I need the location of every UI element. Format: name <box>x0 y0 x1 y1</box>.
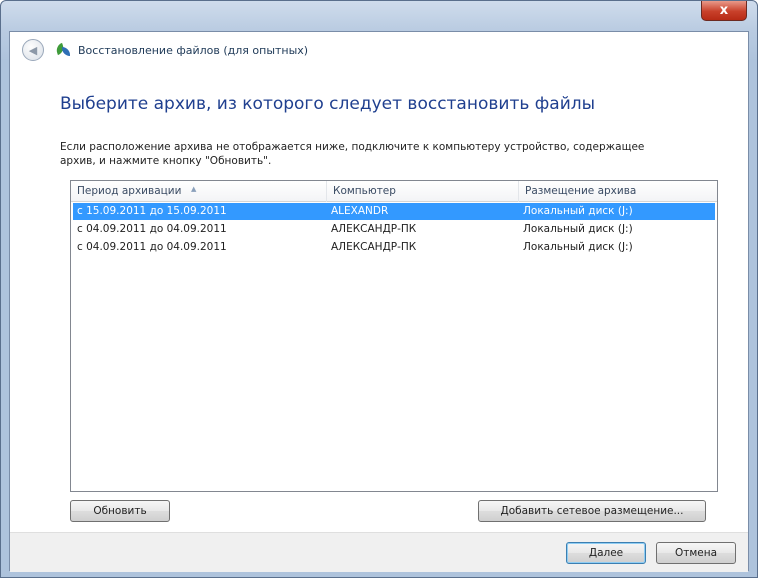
window-frame: x ◀ Восстановление файлов (для опытных) … <box>0 0 758 578</box>
cell-computer: АЛЕКСАНДР-ПК <box>331 223 417 235</box>
refresh-button[interactable]: Обновить <box>70 500 170 522</box>
cell-location: Локальный диск (J:) <box>523 241 633 253</box>
instructions-text: Если расположение архива не отображается… <box>60 141 645 167</box>
cell-location: Локальный диск (J:) <box>523 205 633 217</box>
next-button[interactable]: Далее <box>566 542 646 564</box>
wizard-client-area: ◀ Восстановление файлов (для опытных) Вы… <box>9 31 749 572</box>
column-header-computer[interactable]: Компьютер <box>327 181 519 202</box>
table-row[interactable]: с 15.09.2011 до 15.09.2011 ALEXANDR Лока… <box>73 203 715 220</box>
table-row[interactable]: с 04.09.2011 до 04.09.2011 АЛЕКСАНДР-ПК … <box>73 221 715 238</box>
window-title: Восстановление файлов (для опытных) <box>78 43 309 57</box>
cell-period: с 15.09.2011 до 15.09.2011 <box>77 205 227 217</box>
cell-location: Локальный диск (J:) <box>523 223 633 235</box>
cell-computer: АЛЕКСАНДР-ПК <box>331 241 417 253</box>
add-network-location-button[interactable]: Добавить сетевое размещение... <box>478 500 706 522</box>
backup-restore-icon <box>54 42 72 58</box>
cell-period: с 04.09.2011 до 04.09.2011 <box>77 241 227 253</box>
column-header-location[interactable]: Размещение архива <box>519 181 717 202</box>
cell-computer: ALEXANDR <box>331 205 389 217</box>
cancel-button[interactable]: Отмена <box>656 542 736 564</box>
wizard-titlebar: ◀ Восстановление файлов (для опытных) <box>10 32 748 68</box>
table-row[interactable]: с 04.09.2011 до 04.09.2011 АЛЕКСАНДР-ПК … <box>73 239 715 256</box>
page-title: Выберите архив, из которого следует восс… <box>60 94 596 114</box>
sort-arrow-icon: ▲ <box>191 185 197 193</box>
back-button[interactable]: ◀ <box>22 39 44 61</box>
close-icon: x <box>719 3 729 18</box>
list-header: Период архивации ▲ Компьютер Размещение … <box>71 181 717 202</box>
backup-list[interactable]: Период архивации ▲ Компьютер Размещение … <box>70 180 718 492</box>
cell-period: с 04.09.2011 до 04.09.2011 <box>77 223 227 235</box>
back-arrow-icon: ◀ <box>28 43 38 57</box>
close-button[interactable]: x <box>701 1 747 21</box>
column-header-period[interactable]: Период архивации ▲ <box>71 181 327 202</box>
